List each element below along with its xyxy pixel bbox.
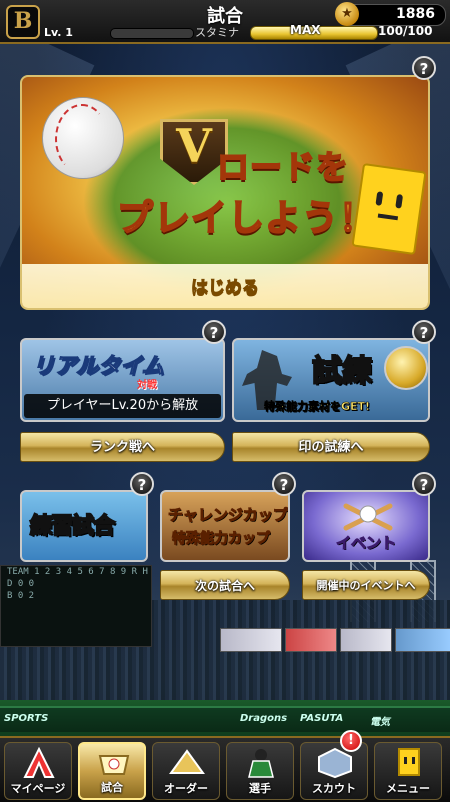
practice-title: 練習試合 (29, 513, 116, 540)
stamina-max-text: MAX (290, 23, 321, 37)
event-card[interactable]: イベント (302, 490, 430, 562)
match-icon (98, 755, 130, 775)
outfield-wall: SPORTS Dragons PASUTA 電気 (0, 706, 450, 732)
nav-player[interactable]: 選手 (226, 742, 294, 800)
mypage-icon (23, 747, 55, 778)
realtime-battle-card[interactable]: リアルタイム 対戦 プレイヤーLv.20から解放 (20, 338, 225, 422)
trial-title: 試練 (311, 353, 373, 390)
team-logo-icon: B (6, 5, 40, 39)
practice-match-card[interactable]: 練習試合 (20, 490, 148, 562)
stadium-ad (285, 628, 337, 652)
nav-menu[interactable]: メニュー (374, 742, 442, 800)
locked-notice: プレイヤーLv.20から解放 (24, 394, 221, 418)
challenge-title: チャレンジカップ (168, 506, 288, 525)
scoreboard-row: D 0 0 (7, 579, 35, 589)
mascot-icon (351, 162, 427, 256)
challenge-cup-card[interactable]: チャレンジカップ 特殊能力カップ (160, 490, 290, 562)
open-events-button[interactable]: 開催中のイベントへ (302, 570, 430, 600)
nav-mypage[interactable]: マイページ (4, 742, 72, 800)
coin-counter[interactable]: ★ 1886 (335, 2, 446, 26)
wall-ad-text: SPORTS (4, 713, 49, 724)
order-icon (169, 749, 205, 774)
vroad-title-line2: プレイしよう！ (116, 197, 377, 240)
nav-match[interactable]: 試合 (78, 742, 146, 800)
rank-battle-button[interactable]: ランク戦へ (20, 432, 225, 462)
help-icon[interactable]: ? (412, 56, 436, 80)
mascot-eye (375, 191, 384, 206)
nav-label: 選手 (249, 782, 271, 795)
trial-subtitle: 特殊能力素材をGET! (264, 400, 371, 414)
nav-label: メニュー (386, 782, 430, 795)
bottom-navigation: マイページ 試合 オーダー 選手 スカウト メニュー (0, 736, 450, 802)
next-match-button[interactable]: 次の試合へ (160, 570, 290, 600)
vroad-v-letter: V (176, 119, 212, 173)
player-level: Lv. 1 (44, 26, 73, 39)
stamina-label: スタミナ (195, 26, 239, 39)
coin-value: 1886 (396, 6, 435, 22)
trial-card[interactable]: 試練 特殊能力素材をGET! (232, 338, 430, 422)
help-icon[interactable]: ? (272, 472, 296, 496)
nav-label: マイページ (10, 782, 66, 795)
stadium-ad (395, 628, 450, 652)
help-icon[interactable]: ? (202, 320, 226, 344)
help-icon[interactable]: ? (412, 320, 436, 344)
alert-badge-icon: ! (340, 730, 362, 752)
menu-icon (398, 748, 420, 776)
nav-label: 試合 (101, 781, 123, 794)
stadium-ad (340, 628, 392, 652)
nav-label: オーダー (164, 782, 208, 795)
wall-ad-text: Dragons (240, 713, 288, 724)
scoreboard-row: B 0 2 (7, 591, 35, 601)
help-icon[interactable]: ? (130, 472, 154, 496)
event-title: イベント (335, 534, 396, 553)
vroad-banner[interactable]: V ロードを プレイしよう！ はじめる (20, 75, 430, 310)
exp-bar (110, 28, 194, 39)
stamina-value: 100/100 (378, 24, 433, 38)
nav-order[interactable]: オーダー (152, 742, 220, 800)
coin-icon: ★ (335, 2, 359, 26)
stadium-ad (220, 628, 282, 652)
crossed-bats-icon (343, 503, 393, 531)
mascot-eye (395, 193, 404, 209)
baseball-icon (42, 97, 124, 179)
start-button-label[interactable]: はじめる (22, 273, 428, 299)
scoreboard-row: TEAM 1 2 3 4 5 6 7 8 9 R H (7, 567, 148, 577)
player-icon (248, 749, 274, 778)
vroad-title-line1: ロードを (216, 147, 350, 187)
nav-label: スカウト (312, 782, 356, 795)
trial-button[interactable]: 印の試練へ (232, 432, 430, 462)
help-icon[interactable]: ? (412, 472, 436, 496)
mascot-mouth (377, 213, 399, 221)
medal-icon (384, 346, 428, 390)
nav-scout[interactable]: スカウト (300, 742, 368, 800)
wall-ad-text: 電気 (370, 717, 390, 728)
top-status-bar: B 試合 ★ 1886 Lv. 1 スタミナ MAX 100/100 (0, 0, 450, 44)
wall-ad-text: PASUTA (300, 713, 344, 724)
scoreboard: TEAM 1 2 3 4 5 6 7 8 9 R H D 0 0 B 0 2 (0, 565, 152, 647)
realtime-subtitle: 対戦 (137, 380, 157, 391)
challenge-subtitle: 特殊能力カップ (172, 531, 271, 548)
